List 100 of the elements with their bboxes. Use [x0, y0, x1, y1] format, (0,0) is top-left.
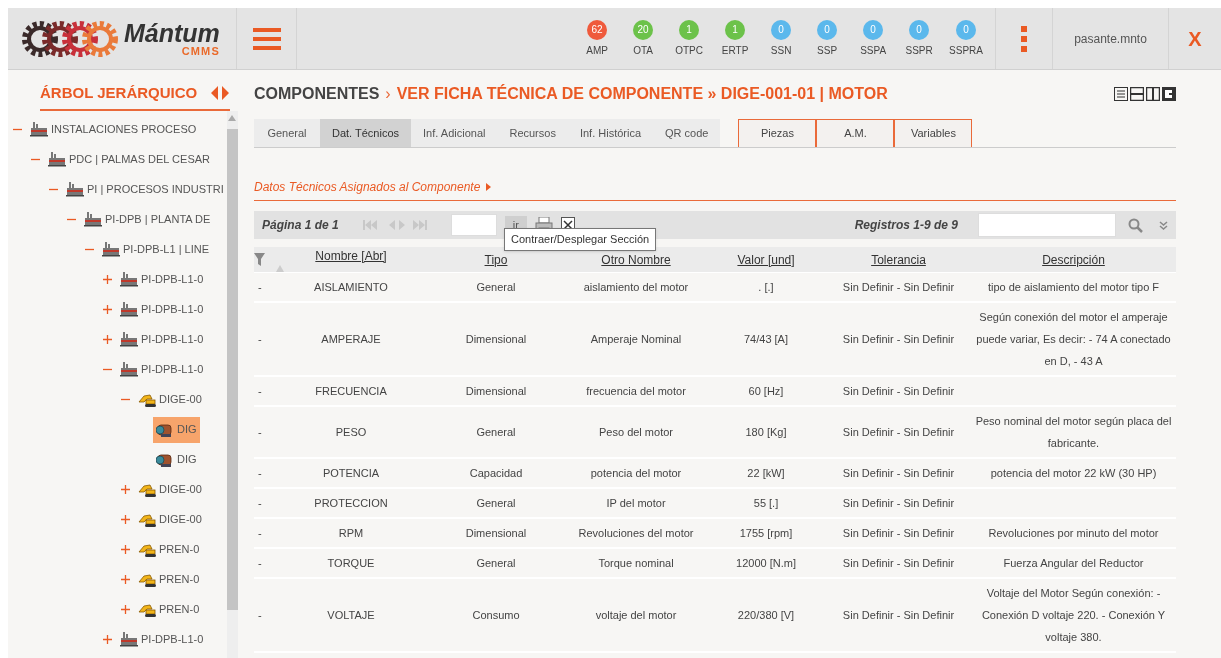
menu-icon[interactable]: [252, 26, 281, 51]
search-field[interactable]: [978, 213, 1116, 237]
table-cell: FRECUENCIA: [315, 385, 387, 397]
collapse-arrows-icon[interactable]: [210, 86, 230, 101]
table-cell: Sin Definir - Sin Definir: [842, 557, 955, 569]
tree-item[interactable]: PREN-0: [135, 536, 203, 563]
tree-item[interactable]: DIGE-00: [135, 506, 205, 533]
counter-label[interactable]: SSN: [770, 42, 792, 58]
column-header[interactable]: Otro Nombre: [601, 252, 671, 267]
table-cell: Sin Definir - Sin Definir: [842, 467, 955, 479]
expand-icon[interactable]: [102, 305, 112, 314]
counter-label[interactable]: SSPR: [905, 42, 933, 58]
table-cell: IP del motor: [606, 497, 666, 509]
columns-view-icon[interactable]: [1146, 87, 1160, 101]
expand-icon[interactable]: [120, 545, 130, 554]
tree-item[interactable]: PI | PROCESOS INDUSTRI: [63, 176, 227, 203]
tree-item[interactable]: PDC | PALMAS DEL CESAR: [45, 146, 213, 173]
table-cell: Sin Definir - Sin Definir: [842, 497, 955, 509]
counter-label[interactable]: SSP: [817, 42, 838, 58]
expand-icon[interactable]: [102, 635, 112, 644]
table-cell: Capacidad: [469, 467, 523, 479]
expand-icon[interactable]: [102, 275, 112, 284]
counter-label[interactable]: SSPRA: [949, 42, 983, 58]
expand-icon[interactable]: [120, 605, 130, 614]
table-cell: -: [258, 333, 262, 345]
scroll-up-icon[interactable]: [228, 114, 237, 121]
counter-label[interactable]: OTPC: [675, 42, 703, 58]
records-count: Registros 1-9 de 9: [854, 217, 958, 234]
breadcrumb-item[interactable]: COMPONENTES: [254, 82, 380, 106]
table-cell: frecuencia del motor: [586, 385, 686, 397]
expand-icon[interactable]: [120, 485, 130, 494]
kebab-menu-icon[interactable]: [1021, 25, 1027, 52]
tree-item[interactable]: INSTALACIONES PROCESO: [27, 116, 200, 143]
table-cell: Sin Definir - Sin Definir: [842, 333, 955, 345]
tab[interactable]: General: [254, 119, 320, 147]
tab[interactable]: Variables: [894, 119, 973, 147]
tree-item[interactable]: PI-DPB-L1-0: [117, 626, 207, 653]
excavator-icon: [138, 601, 156, 618]
table-cell: Dimensional: [465, 385, 527, 397]
tab[interactable]: Inf. Adicional: [411, 119, 498, 147]
tree-item[interactable]: DIG: [153, 416, 200, 443]
column-header[interactable]: Nombre [Abr]: [315, 249, 387, 263]
user-name[interactable]: pasante.mnto: [1074, 29, 1147, 48]
list-view-icon[interactable]: [1114, 87, 1128, 101]
tab[interactable]: QR code: [653, 119, 721, 147]
filter-icon[interactable]: [254, 252, 265, 267]
table-cell: Sin Definir - Sin Definir: [842, 527, 955, 539]
expand-icon[interactable]: [120, 515, 130, 524]
table-cell: potencia del motor 22 kW (30 HP): [990, 467, 1157, 479]
scrollbar[interactable]: [226, 110, 238, 658]
tree-item[interactable]: PI-DPB-L1-0: [117, 326, 207, 353]
column-header[interactable]: Descripción: [1042, 252, 1105, 267]
table-cell: -: [258, 527, 262, 539]
table-cell: General: [476, 557, 516, 569]
tab[interactable]: Recursos: [497, 119, 568, 147]
caret-icon[interactable]: [486, 183, 492, 191]
excavator-icon: [138, 511, 156, 528]
counter-label[interactable]: ERTP: [721, 42, 749, 58]
tree-item[interactable]: DIG: [153, 446, 200, 473]
table-cell: General: [476, 497, 516, 509]
expand-icon[interactable]: [120, 575, 130, 584]
tree-item[interactable]: DIGE-00: [135, 476, 205, 503]
counter-label[interactable]: SSPA: [860, 42, 887, 58]
expand-icon[interactable]: [102, 335, 112, 344]
table-cell: Fuerza Angular del Reductor: [1003, 557, 1144, 569]
tree-item[interactable]: PREN-0: [135, 566, 203, 593]
table-cell: Peso del motor: [599, 426, 673, 438]
tab[interactable]: Dat. Técnicos: [320, 119, 412, 147]
table-cell: 12000 [N.m]: [736, 557, 796, 569]
table-cell: RPM: [338, 527, 364, 539]
tree-item[interactable]: PI-DPB-L1 | LINE: [99, 236, 212, 263]
table-cell: Sin Definir - Sin Definir: [842, 609, 955, 621]
column-header[interactable]: Valor [und]: [737, 252, 795, 267]
column-header[interactable]: Tipo: [484, 252, 508, 267]
breadcrumb-item: VER FICHA TÉCNICA DE COMPONENTE » DIGE-001-01 | MOTOR: [396, 83, 888, 104]
tree-item[interactable]: PI-DPB-L1-0: [117, 266, 207, 293]
table-cell: General: [476, 281, 516, 293]
page-input[interactable]: [450, 214, 497, 236]
table-cell: AMPERAJE: [321, 333, 381, 345]
tab[interactable]: A.M.: [816, 119, 895, 147]
counter-label[interactable]: AMP: [586, 42, 608, 58]
tree-item[interactable]: PREN-0: [135, 596, 203, 623]
motor-icon: [156, 421, 174, 438]
tree-item[interactable]: PI-DPB-L1-0: [117, 356, 207, 383]
table-cell: Según conexión del motor el amperaje puede variar, Es decir: - 74 A conectado en D, - 43 A: [976, 311, 1171, 367]
table-cell: PROTECCION: [314, 497, 388, 509]
column-header[interactable]: Tolerancia: [871, 252, 926, 267]
table-cell: Peso nominal del motor según placa del fabricante.: [975, 415, 1172, 449]
tree-item[interactable]: PI-DPB-L1-0: [117, 296, 207, 323]
tab[interactable]: Inf. Histórica: [567, 119, 654, 147]
tab[interactable]: Piezas: [738, 119, 817, 147]
tree-item[interactable]: PI-DPB | PLANTA DE: [81, 206, 214, 233]
double-chevron-icon[interactable]: [1159, 220, 1168, 230]
table-cell: General: [476, 426, 516, 438]
rows-view-icon[interactable]: [1130, 87, 1144, 101]
tree-item[interactable]: DIGE-00: [135, 386, 205, 413]
search-icon[interactable]: [1128, 217, 1143, 233]
export-icon[interactable]: [1162, 87, 1176, 101]
counter-label[interactable]: OTA: [633, 42, 653, 58]
factory-icon: [120, 331, 138, 348]
